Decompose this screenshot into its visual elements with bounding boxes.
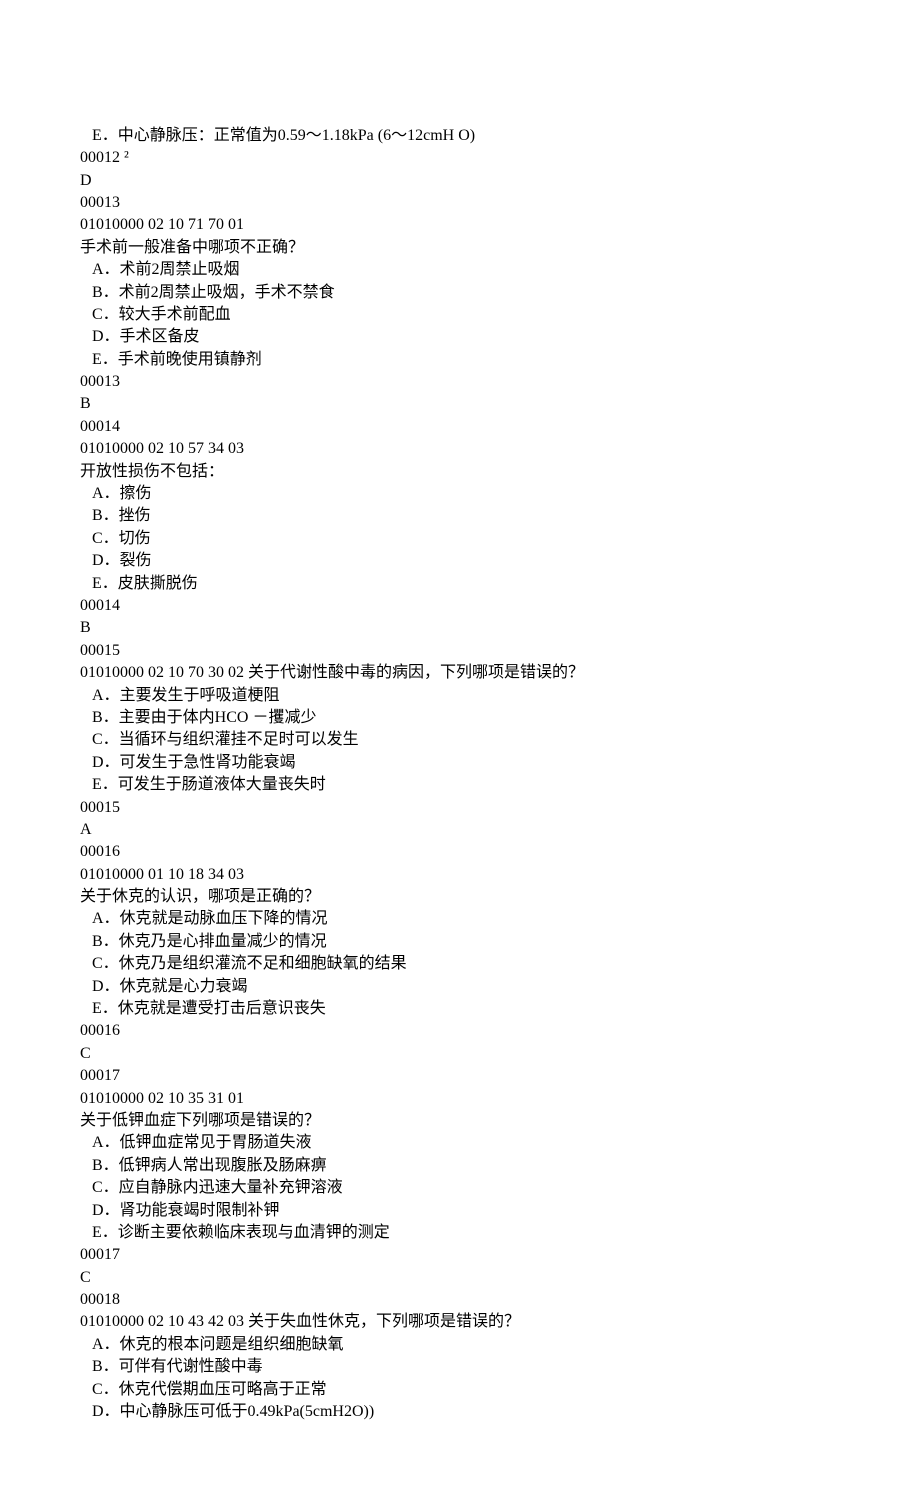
text-line: 00014	[80, 595, 840, 617]
text-line: D．休克就是心力衰竭	[80, 976, 840, 998]
text-line: C	[80, 1267, 840, 1289]
text-line: 00012 ²	[80, 147, 840, 169]
text-line: D．可发生于急性肾功能衰竭	[80, 752, 840, 774]
text-line: 01010000 02 10 71 70 01	[80, 214, 840, 236]
text-line: C．切伤	[80, 528, 840, 550]
text-line: B	[80, 393, 840, 415]
text-line: C．休克代偿期血压可略高于正常	[80, 1379, 840, 1401]
text-line: 开放性损伤不包括：	[80, 461, 840, 483]
text-line: E．可发生于肠道液体大量丧失时	[80, 774, 840, 796]
text-line: 关于休克的认识，哪项是正确的？	[80, 886, 840, 908]
text-line: B．可伴有代谢性酸中毒	[80, 1356, 840, 1378]
text-line: A．主要发生于呼吸道梗阻	[80, 685, 840, 707]
text-line: D．手术区备皮	[80, 326, 840, 348]
document-page: E．中心静脉压：正常值为0.59〜1.18kPa (6〜12cmH O)0001…	[0, 0, 920, 1506]
text-line: 01010000 02 10 70 30 02 关于代谢性酸中毒的病因，下列哪项…	[80, 662, 840, 684]
text-line: A．休克就是动脉血压下降的情况	[80, 908, 840, 930]
text-line: E．手术前晚使用镇静剂	[80, 349, 840, 371]
text-line: 00015	[80, 640, 840, 662]
text-line: C．当循环与组织灌挂不足时可以发生	[80, 729, 840, 751]
text-line: B．休克乃是心排血量减少的情况	[80, 931, 840, 953]
text-line: C	[80, 1043, 840, 1065]
text-line: 00015	[80, 797, 840, 819]
text-line: C．休克乃是组织灌流不足和细胞缺氧的结果	[80, 953, 840, 975]
text-line: E．皮肤撕脱伤	[80, 573, 840, 595]
text-line: C．应自静脉内迅速大量补充钾溶液	[80, 1177, 840, 1199]
text-line: A．擦伤	[80, 483, 840, 505]
text-line: 00014	[80, 416, 840, 438]
text-line: D．肾功能衰竭时限制补钾	[80, 1200, 840, 1222]
text-line: B．低钾病人常出现腹胀及肠麻痹	[80, 1155, 840, 1177]
text-line: 00016	[80, 841, 840, 863]
text-line: 关于低钾血症下列哪项是错误的？	[80, 1110, 840, 1132]
text-line: 00017	[80, 1244, 840, 1266]
text-line: 手术前一般准备中哪项不正确？	[80, 237, 840, 259]
text-line: 00018	[80, 1289, 840, 1311]
text-line: B．主要由于体内HCO －攫减少	[80, 707, 840, 729]
text-line: E．休克就是遭受打击后意识丧失	[80, 998, 840, 1020]
text-line: 00013	[80, 371, 840, 393]
text-line: A．低钾血症常见于胃肠道失液	[80, 1132, 840, 1154]
text-line: B	[80, 617, 840, 639]
text-line: D．中心静脉压可低于0.49kPa(5cmH2O))	[80, 1401, 840, 1423]
text-line: 01010000 02 10 57 34 03	[80, 438, 840, 460]
text-line: D．裂伤	[80, 550, 840, 572]
text-line: A．术前2周禁止吸烟	[80, 259, 840, 281]
text-line: E．诊断主要依赖临床表现与血清钾的测定	[80, 1222, 840, 1244]
text-line: 01010000 02 10 43 42 03 关于失血性休克，下列哪项是错误的…	[80, 1311, 840, 1333]
text-line: E．中心静脉压：正常值为0.59〜1.18kPa (6〜12cmH O)	[80, 125, 840, 147]
text-line: 01010000 01 10 18 34 03	[80, 864, 840, 886]
document-content: E．中心静脉压：正常值为0.59〜1.18kPa (6〜12cmH O)0001…	[80, 125, 840, 1424]
text-line: A．休克的根本问题是组织细胞缺氧	[80, 1334, 840, 1356]
text-line: 00013	[80, 192, 840, 214]
text-line: C．较大手术前配血	[80, 304, 840, 326]
text-line: 00016	[80, 1020, 840, 1042]
text-line: 01010000 02 10 35 31 01	[80, 1088, 840, 1110]
text-line: 00017	[80, 1065, 840, 1087]
text-line: D	[80, 170, 840, 192]
text-line: A	[80, 819, 840, 841]
text-line: B．术前2周禁止吸烟，手术不禁食	[80, 282, 840, 304]
text-line: B．挫伤	[80, 505, 840, 527]
